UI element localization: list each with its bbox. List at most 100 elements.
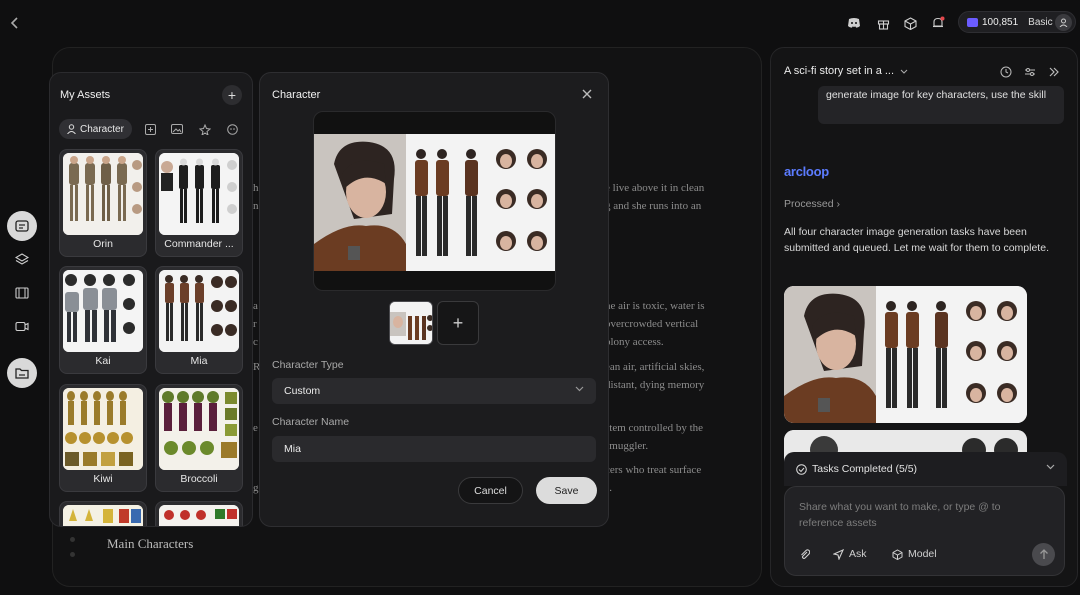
doc-line: he air is toxic, water is <box>605 300 705 312</box>
history-icon[interactable] <box>998 64 1014 80</box>
asset-card-name: Commander ... <box>164 238 234 250</box>
doc-line: c <box>253 336 258 348</box>
video-nav-icon[interactable] <box>7 311 37 341</box>
filter-scene-icon[interactable] <box>142 121 158 137</box>
doc-line: cers who treat surface <box>605 464 702 476</box>
doc-line: smuggler. <box>605 440 649 452</box>
doc-line: g <box>253 482 259 494</box>
asset-card-orin[interactable]: Orin <box>59 149 147 257</box>
asset-card-kai[interactable]: Kai <box>59 266 147 374</box>
assets-panel: My Assets + Character Orin Commander ...… <box>49 72 253 527</box>
add-asset-button[interactable]: + <box>222 85 242 105</box>
section-heading: Main Characters <box>107 536 194 551</box>
character-name-input[interactable]: Mia <box>272 436 596 462</box>
asset-card-name: Mia <box>190 355 208 367</box>
asset-thumbnail <box>63 153 143 235</box>
asset-card-kiwi[interactable]: Kiwi <box>59 384 147 492</box>
conversation-title[interactable]: A sci-fi story set in a ... <box>784 65 908 77</box>
storyboard-nav-icon[interactable] <box>7 278 37 308</box>
message-composer[interactable]: Share what you want to make, or type @ t… <box>784 486 1065 576</box>
assets-title: My Assets <box>60 89 111 101</box>
script-nav-icon[interactable] <box>7 211 37 241</box>
doc-line: ean air, artificial skies, <box>605 361 705 373</box>
notification-bell-icon[interactable] <box>927 12 949 34</box>
chevron-right-icon: › <box>836 198 841 210</box>
asset-card-name: Kiwi <box>93 473 113 485</box>
asset-thumbnail <box>63 388 143 470</box>
processed-toggle[interactable]: Processed › <box>784 198 840 210</box>
tasks-completed-label: Tasks Completed (5/5) <box>812 463 918 475</box>
settings-sliders-icon[interactable] <box>1022 64 1038 80</box>
doc-line: r <box>253 318 257 330</box>
composer-placeholder: Share what you want to make, or type @ t… <box>799 501 1001 529</box>
doc-line: n <box>253 200 259 212</box>
filter-face-icon[interactable] <box>224 121 240 137</box>
save-button[interactable]: Save <box>536 477 597 504</box>
assistant-message: All four character image generation task… <box>784 226 1049 254</box>
processed-label: Processed <box>784 198 834 210</box>
collapse-panel-icon[interactable] <box>1046 64 1062 80</box>
asset-thumbnail <box>159 153 239 235</box>
send-button[interactable] <box>1032 543 1055 566</box>
filter-effects-icon[interactable] <box>197 121 213 137</box>
arrow-up-icon <box>1039 549 1048 559</box>
asset-thumbnail <box>159 270 239 352</box>
bullet-dot <box>70 552 75 557</box>
character-sheet-image <box>314 134 555 271</box>
character-type-label: Character Type <box>272 359 344 371</box>
character-name-value: Mia <box>284 443 301 455</box>
doc-line: distant, dying memory <box>605 379 705 391</box>
asset-thumbnail <box>63 270 143 352</box>
credits-value: 100,851 <box>982 16 1019 28</box>
add-image-button[interactable]: + <box>437 301 479 345</box>
modal-title: Character <box>272 89 321 101</box>
asset-card-partial[interactable] <box>59 501 147 526</box>
asset-card-commander[interactable]: Commander ... <box>155 149 243 257</box>
gift-icon[interactable] <box>872 12 894 34</box>
character-preview <box>313 111 556 291</box>
discord-icon[interactable] <box>843 12 865 34</box>
user-avatar-icon[interactable] <box>1055 14 1072 31</box>
asset-card-name: Kai <box>95 355 111 367</box>
chevron-down-icon <box>1046 464 1055 470</box>
check-circle-icon <box>796 463 807 475</box>
character-modal: Character + Character Type Custom Charac… <box>259 72 609 527</box>
close-icon[interactable] <box>580 87 594 101</box>
asset-thumbnail <box>63 505 143 526</box>
character-name-label: Character Name <box>272 416 350 428</box>
model-button[interactable]: Model <box>892 548 937 560</box>
filter-character-chip[interactable]: Character <box>59 119 132 139</box>
doc-line: overcrowded vertical <box>605 318 699 330</box>
filter-image-icon[interactable] <box>169 121 185 137</box>
asset-card-broccoli[interactable]: Broccoli <box>155 384 243 492</box>
ask-label: Ask <box>849 548 867 560</box>
asset-card-partial[interactable] <box>155 501 243 526</box>
doc-line: g and she runs into an <box>605 200 702 212</box>
generated-character-image[interactable] <box>784 286 1027 423</box>
layers-nav-icon[interactable] <box>7 245 37 275</box>
asset-card-name: Orin <box>93 238 113 250</box>
credits-badge[interactable]: 100,851 Basic <box>958 11 1076 33</box>
cube-icon[interactable] <box>899 12 921 34</box>
asset-card-mia[interactable]: Mia <box>155 266 243 374</box>
cancel-button[interactable]: Cancel <box>458 477 523 504</box>
person-icon <box>67 124 76 134</box>
brand-logo: arcloop <box>784 164 829 179</box>
user-message: generate image for key characters, use t… <box>818 86 1064 124</box>
asset-thumbnail <box>159 388 239 470</box>
doc-line: e <box>253 422 258 434</box>
ask-button[interactable]: Ask <box>833 548 867 560</box>
image-thumbnail-selected[interactable] <box>389 301 433 345</box>
character-type-select[interactable]: Custom <box>272 378 596 404</box>
doc-line: h <box>253 182 259 194</box>
conversation-title-text: A sci-fi story set in a ... <box>784 65 895 77</box>
character-type-value: Custom <box>284 385 321 397</box>
bullet-dot <box>70 537 75 542</box>
asset-thumbnail <box>159 505 239 526</box>
assets-nav-icon[interactable] <box>7 358 37 388</box>
attach-icon[interactable] <box>799 548 810 560</box>
tasks-completed-bar[interactable]: Tasks Completed (5/5) <box>784 452 1067 486</box>
doc-line: olony access. <box>605 336 664 348</box>
doc-line: e live above it in clean <box>605 182 705 194</box>
back-icon[interactable] <box>8 14 22 32</box>
